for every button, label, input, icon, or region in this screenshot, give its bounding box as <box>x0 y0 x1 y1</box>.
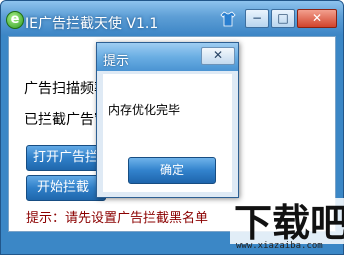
dialog-titlebar[interactable]: 提示 ✕ <box>97 43 238 71</box>
dialog-title: 提示 <box>103 54 130 69</box>
ie-logo-icon: e <box>6 11 24 29</box>
start-blocking-button[interactable]: 开始拦截 <box>26 175 106 201</box>
dialog-message: 内存优化完毕 <box>108 103 181 117</box>
maximize-button[interactable]: □ <box>271 9 295 28</box>
close-button[interactable]: ✕ <box>297 9 337 28</box>
watermark-url: www.xiazaiba.com <box>236 241 323 251</box>
open-ad-blocker-button[interactable]: 打开广告拦 <box>26 145 106 171</box>
skin-shirt-icon[interactable] <box>219 10 237 28</box>
svg-text:下载吧: 下载吧 <box>234 201 344 244</box>
dialog-close-button[interactable]: ✕ <box>201 47 235 65</box>
main-titlebar[interactable]: e IE广告拦截天使 V1.1 − □ ✕ <box>1 1 343 35</box>
minimize-button[interactable]: − <box>245 9 269 28</box>
xiazaiba-logo: 下载吧 <box>230 198 344 244</box>
window-title: IE广告拦截天使 V1.1 <box>25 16 159 32</box>
tip-text: 提示：请先设置广告拦截黑名单 <box>26 211 209 226</box>
dialog-ok-button[interactable]: 确定 <box>128 157 216 184</box>
